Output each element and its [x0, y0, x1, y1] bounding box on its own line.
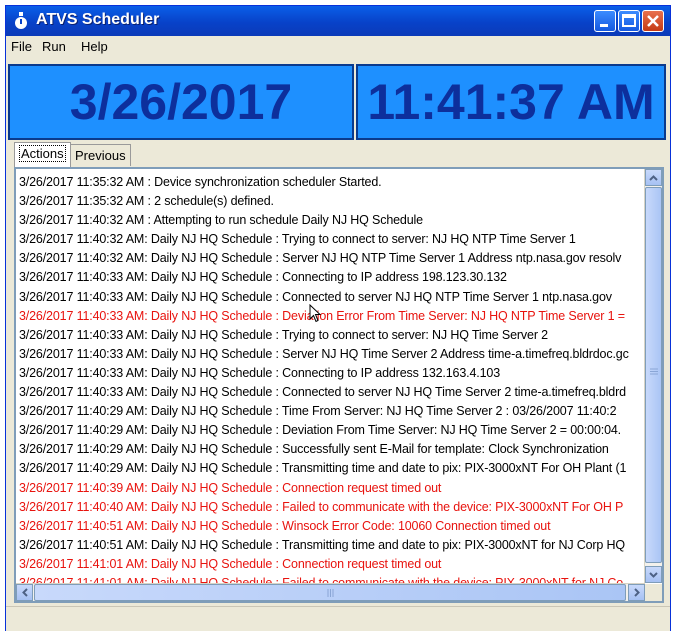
status-bar	[6, 606, 670, 631]
log-entry: 3/26/2017 11:40:33 AM: Daily NJ HQ Sched…	[19, 327, 548, 342]
close-icon	[647, 15, 659, 27]
chevron-left-icon	[21, 588, 28, 597]
minimize-icon	[600, 24, 608, 27]
chevron-up-icon	[649, 174, 658, 181]
log-entry: 3/26/2017 11:40:33 AM: Daily NJ HQ Sched…	[19, 346, 629, 361]
chevron-down-icon	[649, 571, 658, 578]
date-display: 3/26/2017	[8, 64, 354, 140]
scroll-left-button[interactable]	[16, 584, 33, 601]
vertical-scrollbar[interactable]	[644, 169, 662, 583]
tab-previous-action-log[interactable]: Previous Action Log	[70, 144, 131, 207]
app-window: ATVS Scheduler File Run Help 3/26/2017 1…	[5, 5, 671, 631]
menu-bar: File Run Help	[6, 36, 670, 58]
log-entry: 3/26/2017 11:40:33 AM: Daily NJ HQ Sched…	[19, 365, 501, 380]
maximize-icon	[622, 14, 636, 27]
menu-help[interactable]: Help	[81, 39, 108, 54]
log-entry: 3/26/2017 11:40:40 AM: Daily NJ HQ Sched…	[19, 499, 624, 514]
log-entry: 3/26/2017 11:40:33 AM: Daily NJ HQ Sched…	[19, 385, 626, 400]
log-entry: 3/26/2017 11:40:29 AM: Daily NJ HQ Sched…	[19, 404, 617, 419]
clock-app-icon	[15, 12, 27, 29]
horizontal-scrollbar[interactable]	[16, 583, 645, 601]
log-entry: 3/26/2017 11:41:01 AM: Daily NJ HQ Sched…	[19, 556, 442, 571]
vertical-scroll-thumb[interactable]	[645, 187, 662, 563]
scroll-down-button[interactable]	[645, 566, 662, 583]
title-bar[interactable]: ATVS Scheduler	[6, 6, 670, 36]
time-display: 11:41:37 AM	[356, 64, 666, 140]
maximize-button[interactable]	[618, 10, 640, 32]
menu-file[interactable]: File	[11, 39, 32, 54]
close-button[interactable]	[642, 10, 664, 32]
chevron-right-icon	[633, 588, 640, 597]
log-entry: 3/26/2017 11:40:32 AM: Daily NJ HQ Sched…	[19, 232, 576, 247]
log-entry: 3/26/2017 11:40:33 AM: Daily NJ HQ Sched…	[19, 289, 612, 304]
log-entry: 3/26/2017 11:40:51 AM: Daily NJ HQ Sched…	[19, 537, 626, 552]
menu-run[interactable]: Run	[42, 39, 66, 54]
scroll-right-button[interactable]	[628, 584, 645, 601]
minimize-button[interactable]	[594, 10, 616, 32]
log-entry: 3/26/2017 11:40:29 AM: Daily NJ HQ Sched…	[19, 423, 622, 438]
scrollbar-corner	[645, 584, 662, 601]
log-entry: 3/26/2017 11:40:33 AM: Daily NJ HQ Sched…	[19, 308, 625, 323]
tab-actions[interactable]: Actions	[14, 142, 71, 168]
scroll-up-button[interactable]	[645, 169, 662, 186]
log-lines: 3/26/2017 11:35:32 AM : Device synchroni…	[19, 173, 641, 601]
log-entry: 3/26/2017 11:35:32 AM : 2 schedule(s) de…	[19, 194, 274, 209]
log-entry: 3/26/2017 11:40:29 AM: Daily NJ HQ Sched…	[19, 461, 627, 476]
mouse-cursor-icon	[309, 304, 322, 323]
log-entry: 3/26/2017 11:35:32 AM : Device synchroni…	[19, 175, 382, 189]
log-entry: 3/26/2017 11:40:51 AM: Daily NJ HQ Sched…	[19, 518, 551, 533]
grip-icon	[327, 589, 334, 597]
grip-icon	[650, 368, 658, 375]
log-entry: 3/26/2017 11:40:32 AM : Attempting to ru…	[19, 213, 423, 228]
horizontal-scroll-thumb[interactable]	[34, 584, 626, 601]
log-entry: 3/26/2017 11:40:29 AM: Daily NJ HQ Sched…	[19, 442, 609, 457]
log-entry: 3/26/2017 11:40:39 AM: Daily NJ HQ Sched…	[19, 480, 442, 495]
tab-actions-label: Actions	[19, 145, 66, 162]
window-title: ATVS Scheduler	[36, 11, 160, 28]
log-entry: 3/26/2017 11:40:32 AM: Daily NJ HQ Sched…	[19, 251, 622, 266]
log-entry: 3/26/2017 11:40:33 AM: Daily NJ HQ Sched…	[19, 270, 507, 285]
action-log-list[interactable]: 3/26/2017 11:35:32 AM : Device synchroni…	[14, 167, 664, 603]
